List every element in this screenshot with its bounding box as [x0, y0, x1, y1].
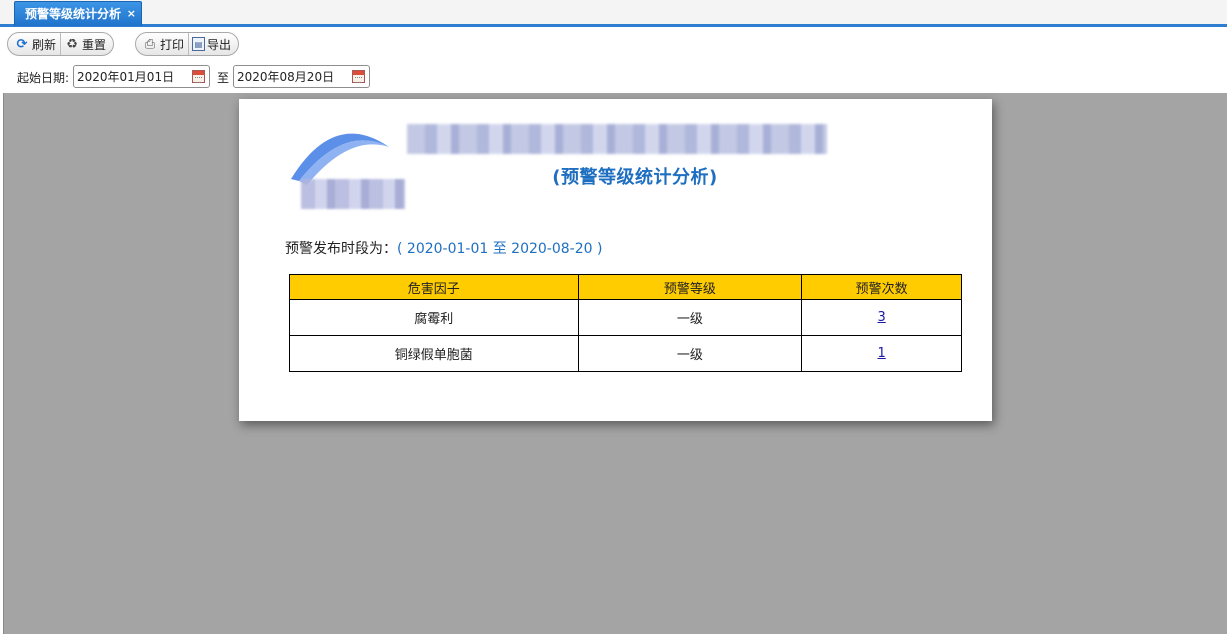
column-header: 危害因子 [289, 274, 579, 300]
publish-period: 预警发布时段为：( 2020-01-01 至 2020-08-20 ) [285, 238, 602, 258]
blurred-org-title [407, 124, 827, 154]
date-filter: 起始日期: 至 [0, 62, 1227, 92]
refresh-reset-group: ⟳ 刷新 ♻ 重置 [7, 32, 115, 56]
tab-strip: 预警等级统计分析 × [0, 0, 1227, 27]
start-date-label: 起始日期: [17, 71, 70, 85]
warning-level-table: 危害因子 预警等级 预警次数 腐霉利 一级 3 铜绿假单胞菌 一级 1 [289, 274, 962, 372]
export-label: 导出 [207, 37, 232, 52]
end-date-input[interactable] [234, 66, 344, 87]
to-label: 至 [217, 71, 230, 85]
count-link[interactable]: 1 [877, 346, 885, 361]
tab-warning-level-stats[interactable]: 预警等级统计分析 × [14, 1, 142, 26]
column-header: 预警等级 [577, 274, 803, 300]
refresh-button[interactable]: ⟳ 刷新 [11, 33, 60, 55]
start-date-field[interactable] [73, 65, 210, 88]
print-label: 打印 [160, 37, 185, 52]
table-header-row: 危害因子 预警等级 预警次数 [289, 274, 962, 300]
printer-icon: ⎙ [144, 36, 156, 52]
count-link[interactable]: 3 [877, 310, 885, 325]
close-icon[interactable]: × [127, 2, 136, 26]
toolbar: ⟳ 刷新 ♻ 重置 ⎙ 打印 ▤ 导出 [0, 30, 1227, 60]
factor-cell: 铜绿假单胞菌 [289, 335, 579, 372]
table-row: 腐霉利 一级 3 [289, 299, 962, 336]
table-row: 铜绿假单胞菌 一级 1 [289, 335, 962, 372]
level-cell: 一级 [577, 299, 803, 336]
level-cell: 一级 [577, 335, 803, 372]
start-date-input[interactable] [74, 66, 184, 87]
reset-label: 重置 [82, 37, 107, 52]
blurred-org-name [301, 179, 405, 209]
count-cell: 1 [801, 335, 962, 372]
calendar-icon[interactable] [352, 70, 365, 83]
end-date-field[interactable] [233, 65, 370, 88]
print-export-group: ⎙ 打印 ▤ 导出 [135, 32, 240, 56]
factor-cell: 腐霉利 [289, 299, 579, 336]
calendar-icon[interactable] [192, 70, 205, 83]
tab-title: 预警等级统计分析 [25, 7, 122, 21]
refresh-label: 刷新 [32, 37, 57, 52]
refresh-icon: ⟳ [16, 36, 28, 52]
count-cell: 3 [801, 299, 962, 336]
period-range: ( 2020-01-01 至 2020-08-20 ) [397, 241, 603, 257]
export-button[interactable]: ▤ 导出 [188, 33, 235, 55]
report-page: (预警等级统计分析) 预警发布时段为：( 2020-01-01 至 2020-0… [239, 99, 992, 421]
report-subtitle: (预警等级统计分析) [552, 167, 718, 188]
reset-button[interactable]: ♻ 重置 [60, 33, 110, 55]
print-button[interactable]: ⎙ 打印 [139, 33, 188, 55]
report-viewer[interactable]: (预警等级统计分析) 预警发布时段为：( 2020-01-01 至 2020-0… [3, 93, 1227, 634]
recycle-icon: ♻ [66, 36, 78, 52]
export-document-icon: ▤ [192, 37, 206, 51]
column-header: 预警次数 [801, 274, 962, 300]
period-label: 预警发布时段为： [285, 241, 397, 257]
